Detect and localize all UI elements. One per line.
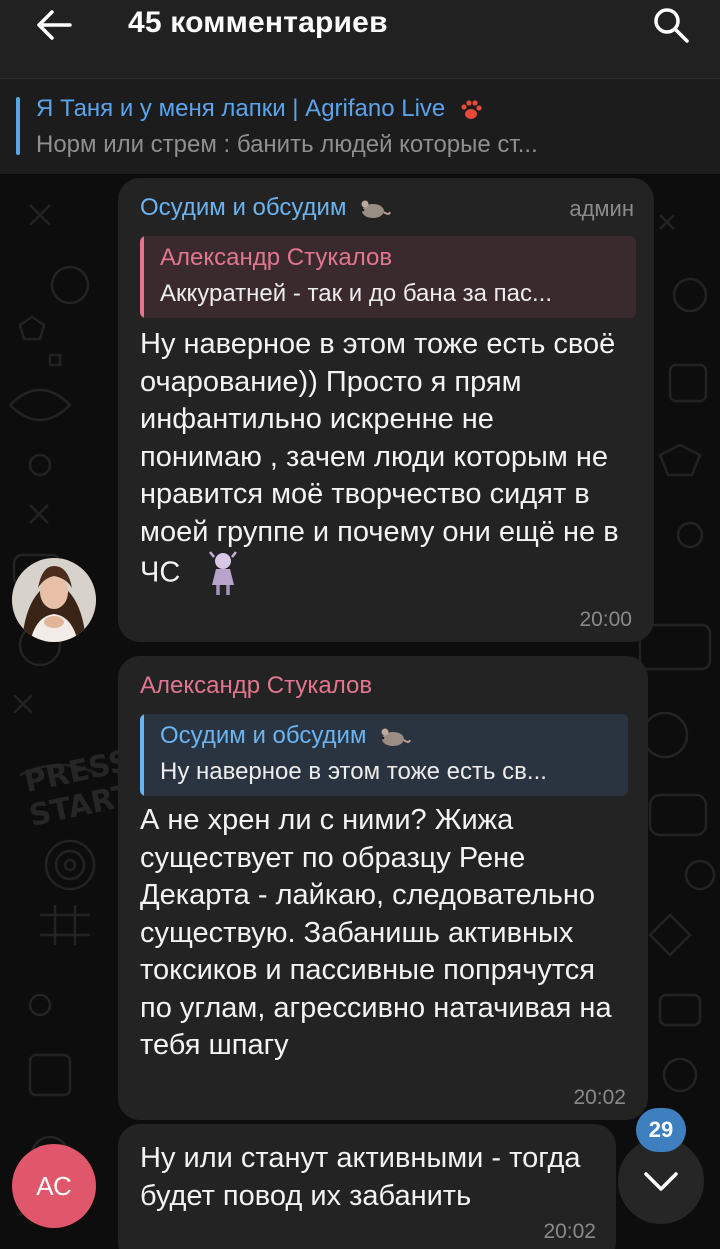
paw-icon [461, 100, 482, 119]
message-bubble[interactable]: Ну или станут активными - тогда будет по… [118, 1124, 616, 1249]
top-app-bar: 45 комментариев [0, 0, 720, 78]
avatar[interactable]: АС [12, 1144, 96, 1228]
reply-quote[interactable]: Осудим и обсудим Ну наверное в этом тоже… [140, 714, 628, 796]
pinned-post[interactable]: Я Таня и у меня лапки | Agrifano Live Но… [0, 78, 720, 174]
page-title: 45 комментариев [128, 6, 388, 39]
reply-preview-text: Аккуратней - так и до бана за пас... [160, 280, 553, 307]
pinned-preview-text: Норм или стрем : банить людей которые ст… [36, 131, 538, 158]
reply-quote[interactable]: Александр Стукалов Аккуратней - так и до… [140, 236, 636, 318]
sender-name[interactable]: Александр Стукалов [140, 672, 372, 700]
pinned-title: Я Таня и у меня лапки | Agrifano Live [36, 95, 446, 122]
search-icon [654, 8, 689, 43]
reply-preview-text: Ну наверное в этом тоже есть св... [160, 758, 547, 785]
rat-icon [381, 728, 412, 746]
message-time: 20:00 [579, 608, 632, 631]
anime-girl-emoji-icon [209, 551, 238, 595]
arrow-left-icon [37, 10, 72, 40]
reply-sender-name: Александр Стукалов [160, 244, 393, 271]
message-time: 20:02 [543, 1220, 596, 1243]
sender-name[interactable]: Осудим и обсудим [140, 194, 346, 221]
admin-badge: админ [569, 196, 634, 221]
message-time: 20:02 [573, 1086, 626, 1109]
back-button[interactable] [30, 4, 78, 46]
message-text: Ну наверное в этом тоже есть своё очаров… [140, 328, 619, 589]
unread-count-badge: 29 [636, 1108, 686, 1152]
search-button[interactable] [648, 2, 694, 48]
pinned-accent-bar [16, 97, 20, 155]
rat-icon [361, 200, 392, 218]
message-text: Ну или станут активными - тогда будет по… [140, 1142, 581, 1212]
avatar[interactable] [12, 558, 96, 642]
reply-accent-bar [140, 714, 144, 796]
message-text: А не хрен ли с ними? Жижа существует по … [140, 804, 612, 1061]
reply-sender-name: Осудим и обсудим [160, 722, 367, 749]
avatar-photo-image [12, 558, 96, 642]
reply-accent-bar [140, 236, 144, 318]
message-bubble[interactable]: Осудим и обсудим админ Александр Стукало… [118, 178, 654, 642]
message-bubble[interactable]: Александр Стукалов Осудим и обсудим Ну н… [118, 656, 648, 1120]
